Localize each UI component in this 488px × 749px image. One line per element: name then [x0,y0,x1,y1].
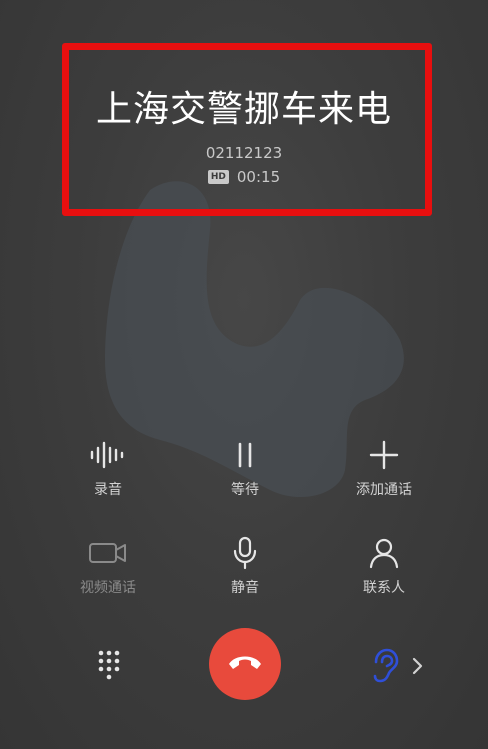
call-screen: 上海交警挪车来电 02112123 HD 00:15 录音 等待 添加通话 视频… [0,0,488,749]
hd-badge: HD [207,170,229,184]
call-duration: 00:15 [236,168,281,186]
add-call-label: 添加通话 [356,482,412,498]
hold-label: 等待 [231,482,259,498]
microphone-icon [223,535,267,571]
contacts-button[interactable]: 联系人 [319,535,449,597]
waveform-icon [86,437,130,473]
chevron-right-icon[interactable] [410,654,426,678]
end-call-button[interactable] [209,628,281,700]
mute-label: 静音 [231,580,259,596]
caller-name: 上海交警挪车来电 [95,89,392,130]
phone-hangup-icon [227,652,263,676]
video-camera-icon [86,535,130,571]
hold-button[interactable]: 等待 [180,437,310,499]
call-meta: HD 00:15 [0,168,488,186]
record-label: 录音 [94,482,122,498]
add-call-button[interactable]: 添加通话 [319,437,449,499]
pause-icon [223,437,267,473]
ear-icon[interactable] [368,648,402,684]
contacts-label: 联系人 [363,580,405,596]
person-icon [362,535,406,571]
caller-number: 02112123 [205,144,283,162]
video-call-button[interactable]: 视频通话 [43,535,173,597]
dialpad-icon[interactable] [92,648,126,682]
mute-button[interactable]: 静音 [180,535,310,597]
plus-icon [362,437,406,473]
record-button[interactable]: 录音 [43,437,173,499]
video-call-label: 视频通话 [80,580,136,596]
